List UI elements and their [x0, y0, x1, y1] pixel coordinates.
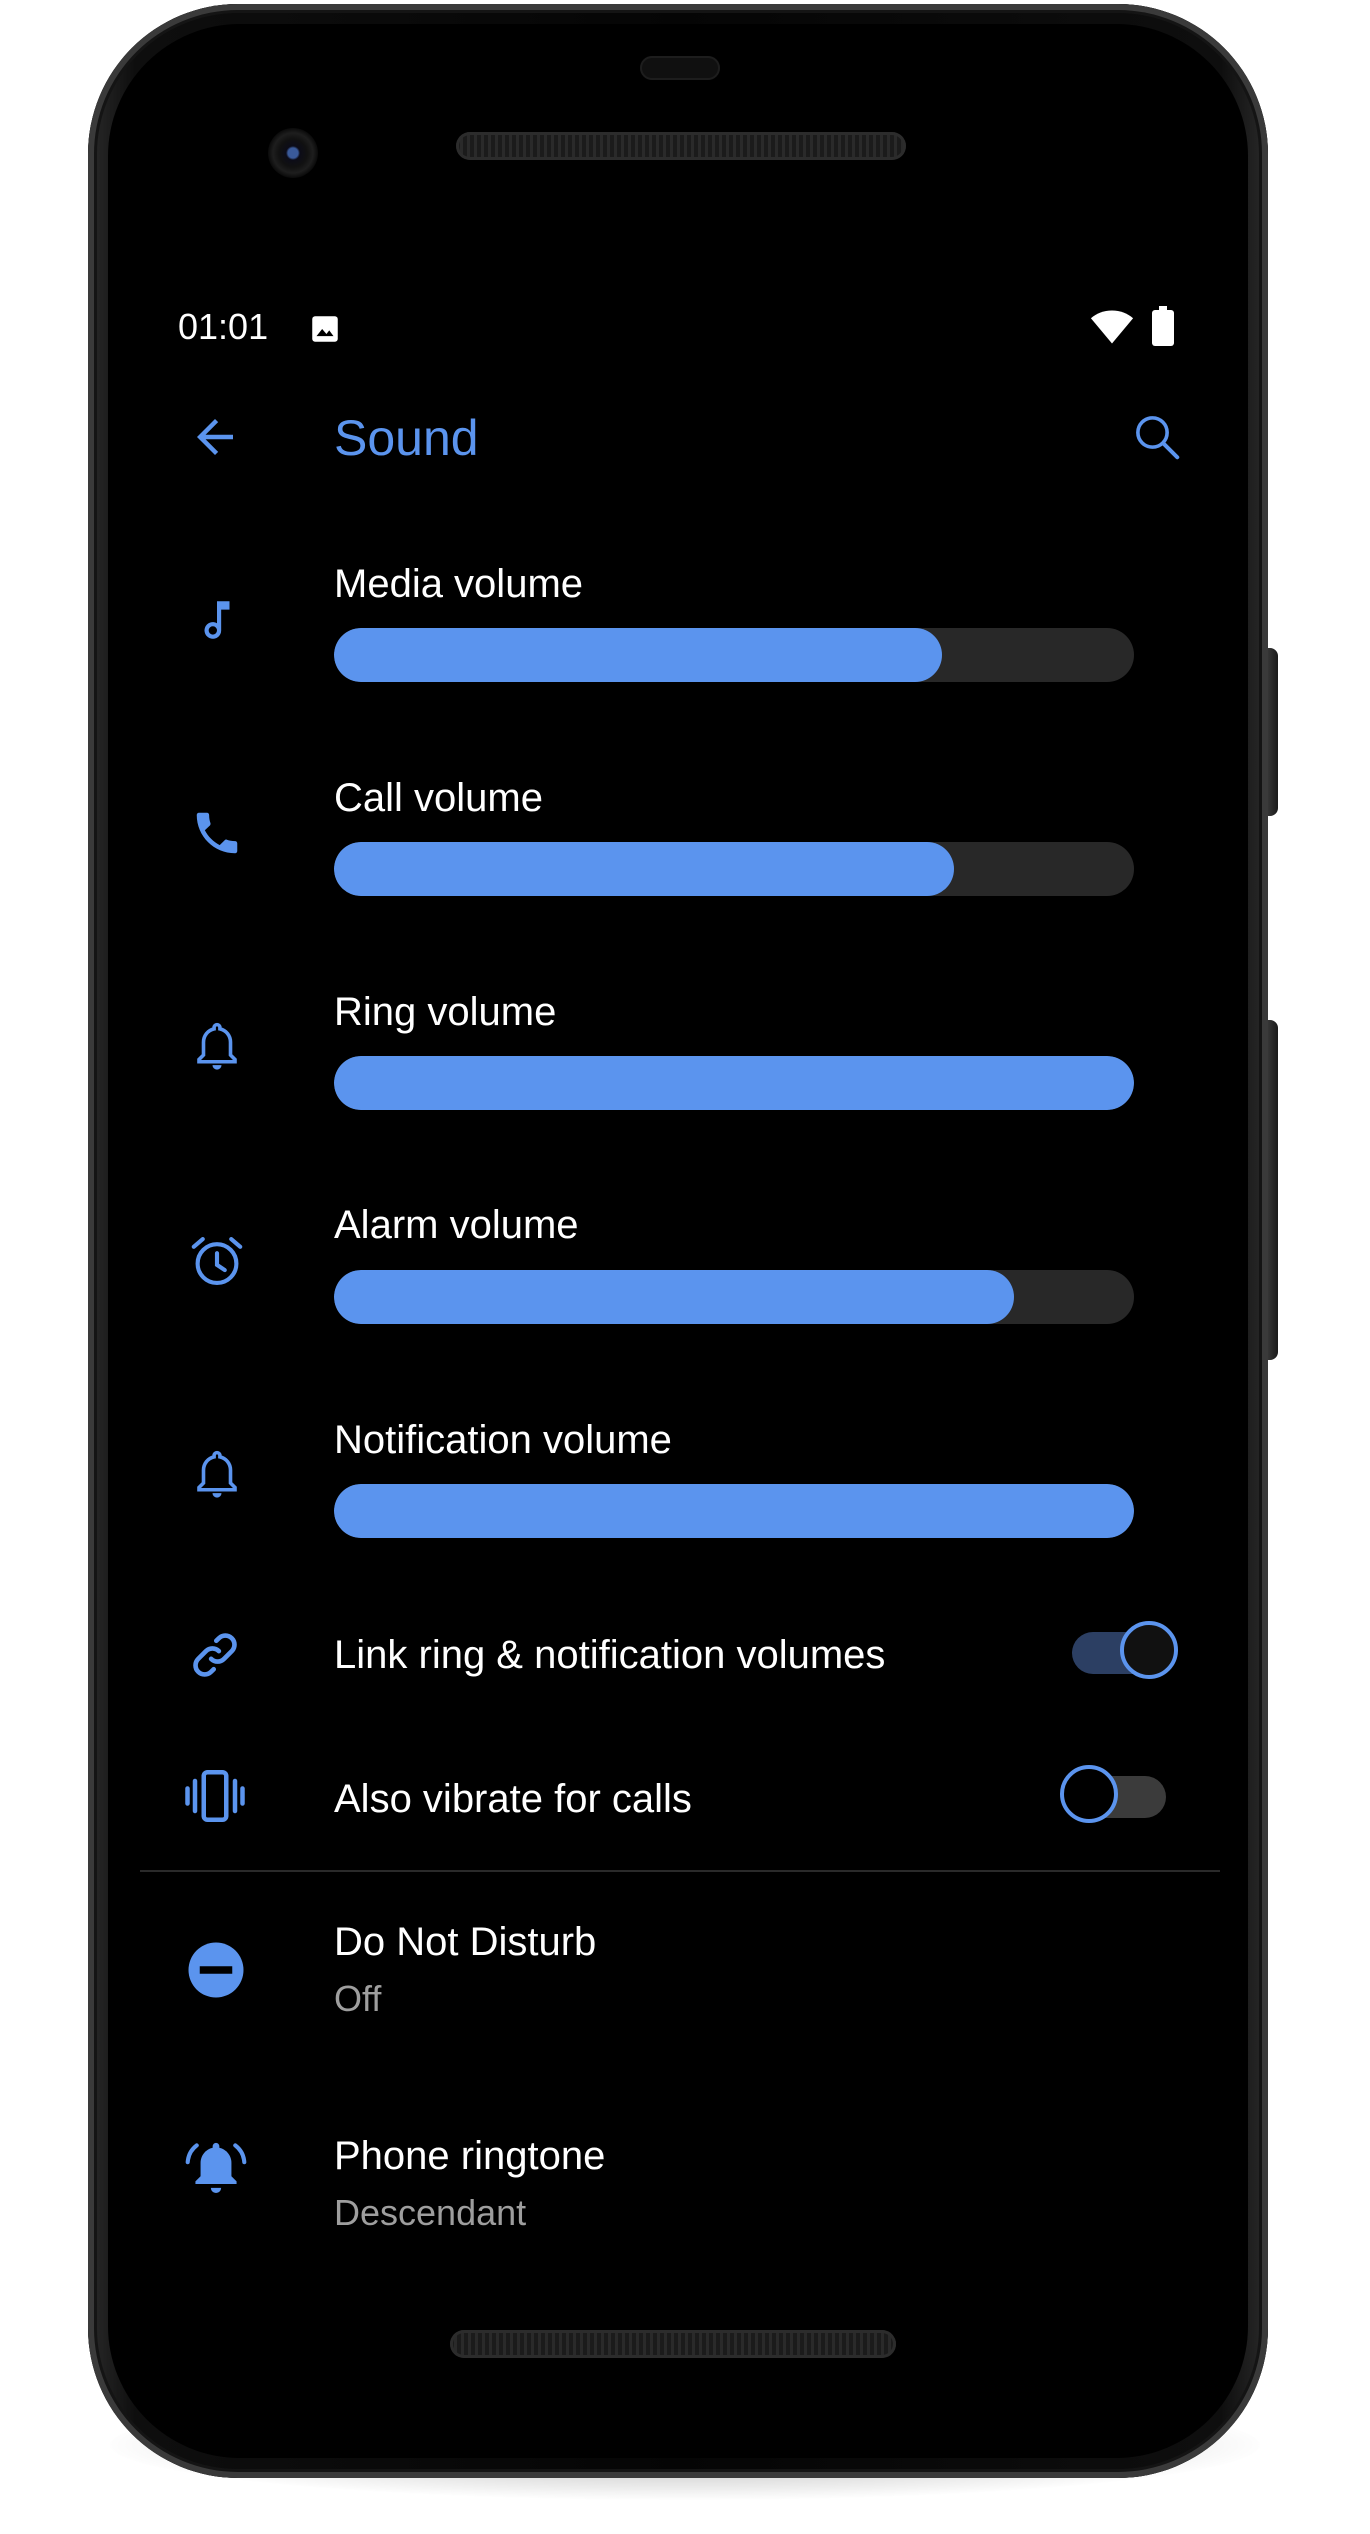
ring-volume-label: Ring volume — [334, 990, 557, 1034]
alarm-volume-fill — [334, 1270, 1014, 1324]
do-not-disturb-value: Off — [334, 1978, 382, 2019]
toggle-thumb — [1060, 1765, 1118, 1823]
notification-volume-label: Notification volume — [334, 1418, 672, 1462]
vibrate-icon — [180, 1768, 250, 1824]
search-icon[interactable] — [1130, 410, 1184, 464]
music-note-icon — [192, 592, 242, 648]
call-volume-fill — [334, 842, 954, 896]
call-volume-label: Call volume — [334, 776, 543, 820]
link-volumes-label: Link ring & notification volumes — [334, 1633, 886, 1677]
media-volume-label: Media volume — [334, 562, 584, 606]
vibrate-for-calls-label: Also vibrate for calls — [334, 1777, 692, 1821]
notification-volume-fill — [334, 1484, 1134, 1538]
link-icon — [184, 1624, 246, 1686]
do-not-disturb-icon — [186, 1940, 246, 2000]
ringing-bell-icon — [180, 2134, 252, 2198]
phone-icon — [190, 806, 244, 860]
bell-icon — [190, 1018, 244, 1074]
do-not-disturb-title: Do Not Disturb — [334, 1920, 597, 1964]
alarm-volume-label: Alarm volume — [334, 1203, 579, 1247]
image-icon — [308, 312, 342, 346]
status-time: 01:01 — [178, 306, 269, 347]
toggle-thumb — [1120, 1621, 1178, 1679]
notification-volume-slider[interactable] — [334, 1484, 1134, 1538]
wifi-icon — [1090, 308, 1134, 346]
media-volume-slider[interactable] — [334, 628, 1134, 682]
call-volume-slider[interactable] — [334, 842, 1134, 896]
bell-icon — [190, 1446, 244, 1502]
phone-ringtone-title: Phone ringtone — [334, 2134, 606, 2178]
ring-volume-slider[interactable] — [334, 1056, 1134, 1110]
page-title: Sound — [334, 410, 479, 466]
section-divider — [140, 1870, 1220, 1872]
sound-settings-screen: 01:01 Sound Media volume Call volume Rin… — [0, 0, 1370, 2534]
phone-ringtone-value: Descendant — [334, 2192, 527, 2233]
media-volume-fill — [334, 628, 942, 682]
battery-icon — [1152, 306, 1174, 346]
alarm-clock-icon — [186, 1230, 248, 1292]
arrow-back-icon[interactable] — [188, 410, 242, 464]
ring-volume-fill — [334, 1056, 1134, 1110]
alarm-volume-slider[interactable] — [334, 1270, 1134, 1324]
